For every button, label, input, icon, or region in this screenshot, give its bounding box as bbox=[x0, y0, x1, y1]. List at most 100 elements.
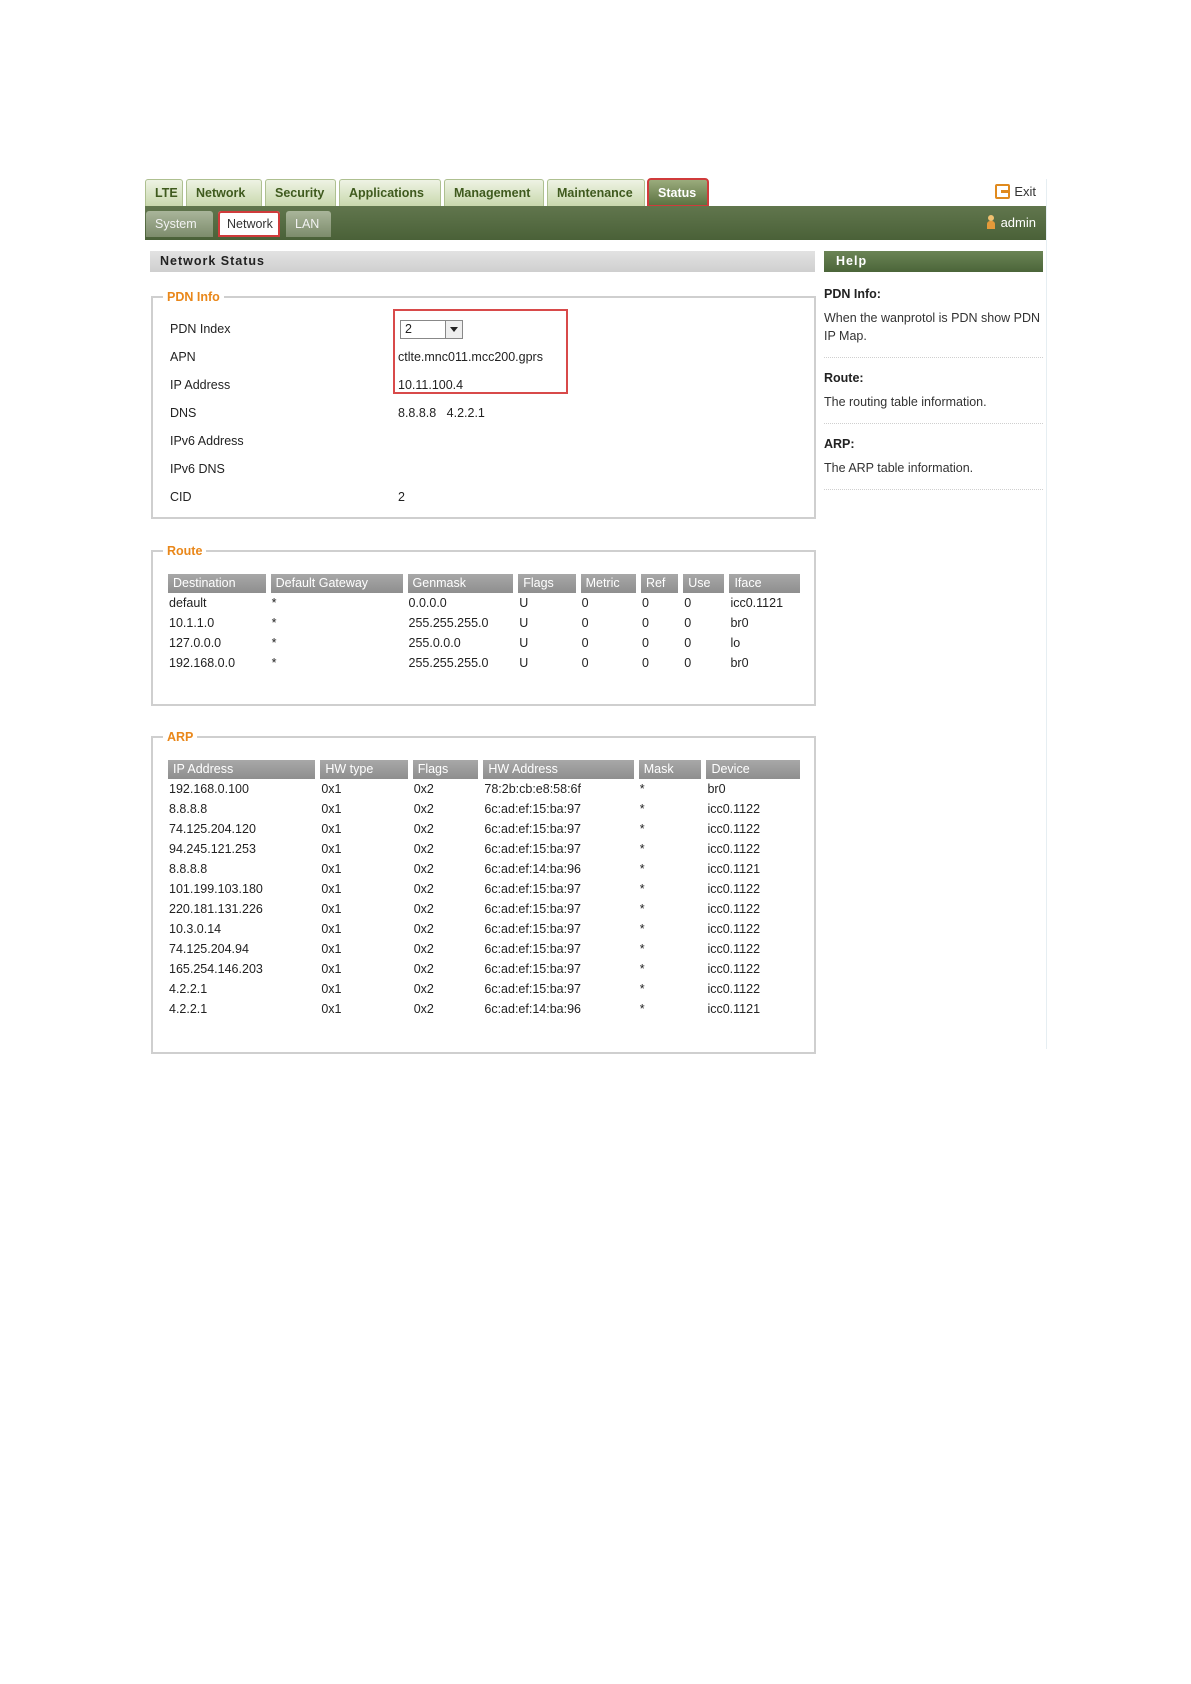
arp-cell: * bbox=[639, 862, 645, 876]
route-cell: 127.0.0.0 bbox=[169, 636, 222, 650]
route-cell: 192.168.0.0 bbox=[169, 656, 236, 670]
ipv6-address-label: IPv6 Address bbox=[170, 434, 244, 448]
arp-cell: * bbox=[639, 942, 645, 956]
arp-table: IP Address HW type Flags HW Address Mask… bbox=[163, 760, 805, 1019]
route-col-metric: Metric bbox=[580, 574, 636, 593]
arp-cell: * bbox=[639, 982, 645, 996]
arp-cell: 78:2b:cb:e8:58:6f bbox=[484, 782, 581, 796]
arp-cell: icc0.1122 bbox=[707, 842, 761, 856]
arp-legend: ARP bbox=[163, 729, 198, 745]
dropdown-arrow-icon[interactable] bbox=[445, 321, 462, 338]
exit-icon bbox=[995, 184, 1011, 199]
arp-cell: 0x2 bbox=[413, 942, 434, 956]
route-cell: 0 bbox=[684, 636, 692, 650]
top-nav: LTE Network Security Applications Manage… bbox=[145, 178, 1046, 207]
route-cell: 255.255.255.0 bbox=[408, 616, 489, 630]
arp-cell: 6c:ad:ef:15:ba:97 bbox=[484, 822, 581, 836]
arp-cell: * bbox=[639, 802, 645, 816]
arp-cell: icc0.1122 bbox=[707, 882, 761, 896]
arp-table-body: 192.168.0.100 0x1 0x2 78:2b:cb:e8:58:6f * br0… bbox=[168, 779, 800, 1019]
table-row: 192.168.0.0 * 255.255.255.0 U 0 0 0 br0 bbox=[168, 653, 800, 673]
help-item-title: ARP: bbox=[824, 437, 855, 451]
arp-cell: 0x1 bbox=[321, 1002, 342, 1016]
user-name: admin bbox=[1000, 215, 1036, 230]
table-row: 220.181.131.226 0x1 0x2 6c:ad:ef:15:ba:97 * i… bbox=[168, 899, 800, 919]
pdn-index-value: 2 bbox=[405, 322, 412, 336]
route-cell: * bbox=[271, 616, 277, 630]
pdn-index-label: PDN Index bbox=[170, 322, 231, 336]
arp-cell: 0x2 bbox=[413, 822, 434, 836]
route-cell: 0.0.0.0 bbox=[408, 596, 447, 610]
arp-cell: 0x1 bbox=[321, 902, 342, 916]
tab-applications[interactable]: Applications bbox=[339, 179, 441, 206]
route-cell: U bbox=[519, 596, 529, 610]
arp-cell: * bbox=[639, 882, 645, 896]
route-col-ref: Ref bbox=[640, 574, 679, 593]
help-item-arp: ARP: The ARP table information. bbox=[824, 435, 1043, 490]
arp-cell: 74.125.204.94 bbox=[169, 942, 249, 956]
tab-network[interactable]: Network bbox=[186, 179, 262, 206]
arp-cell: 6c:ad:ef:14:ba:96 bbox=[484, 862, 581, 876]
arp-cell: 0x1 bbox=[321, 962, 342, 976]
pdn-index-select[interactable]: 2 bbox=[400, 320, 463, 339]
arp-cell: 4.2.2.1 bbox=[169, 982, 208, 996]
arp-cell: 0x2 bbox=[413, 922, 434, 936]
table-row: 10.1.1.0 * 255.255.255.0 U 0 0 0 br0 bbox=[168, 613, 800, 633]
arp-cell: icc0.1122 bbox=[707, 982, 761, 996]
arp-cell: 0x1 bbox=[321, 882, 342, 896]
route-cell: 10.1.1.0 bbox=[169, 616, 215, 630]
arp-cell: 0x1 bbox=[321, 862, 342, 876]
arp-cell: icc0.1122 bbox=[707, 962, 761, 976]
ip-address-value: 10.11.100.4 bbox=[398, 378, 464, 392]
route-cell: 0 bbox=[581, 596, 589, 610]
arp-fieldset: ARP IP Address HW type Flags HW Address … bbox=[151, 729, 816, 1054]
route-cell: 255.0.0.0 bbox=[408, 636, 461, 650]
route-cell: U bbox=[519, 616, 529, 630]
arp-cell: 0x1 bbox=[321, 922, 342, 936]
arp-cell: 0x2 bbox=[413, 982, 434, 996]
arp-cell: 94.245.121.253 bbox=[169, 842, 256, 856]
arp-cell: * bbox=[639, 782, 645, 796]
arp-cell: 0x2 bbox=[413, 782, 434, 796]
tab-maintenance[interactable]: Maintenance bbox=[547, 179, 645, 206]
tab-security[interactable]: Security bbox=[265, 179, 336, 206]
route-cell: * bbox=[271, 596, 277, 610]
subtab-lan[interactable]: LAN bbox=[286, 211, 331, 237]
arp-cell: 0x2 bbox=[413, 1002, 434, 1016]
arp-cell: 0x1 bbox=[321, 782, 342, 796]
arp-cell: br0 bbox=[707, 782, 726, 796]
table-row: 8.8.8.8 0x1 0x2 6c:ad:ef:14:ba:96 * icc0.1121 bbox=[168, 859, 800, 879]
tab-status[interactable]: Status bbox=[647, 178, 709, 207]
route-col-genmask: Genmask bbox=[407, 574, 514, 593]
arp-col-device: Device bbox=[706, 760, 800, 779]
arp-cell: 0x1 bbox=[321, 822, 342, 836]
tab-lte[interactable]: LTE bbox=[145, 179, 183, 206]
arp-cell: 0x2 bbox=[413, 882, 434, 896]
tab-management[interactable]: Management bbox=[444, 179, 544, 206]
arp-col-hwtype: HW type bbox=[320, 760, 408, 779]
arp-cell: icc0.1122 bbox=[707, 802, 761, 816]
subtab-system[interactable]: System bbox=[146, 211, 213, 237]
arp-cell: 165.254.146.203 bbox=[169, 962, 263, 976]
route-cell: icc0.1121 bbox=[730, 596, 784, 610]
arp-cell: 6c:ad:ef:15:ba:97 bbox=[484, 902, 581, 916]
arp-cell: 0x2 bbox=[413, 802, 434, 816]
arp-cell: 6c:ad:ef:15:ba:97 bbox=[484, 842, 581, 856]
arp-cell: 6c:ad:ef:15:ba:97 bbox=[484, 802, 581, 816]
route-cell: U bbox=[519, 636, 529, 650]
panel-edge bbox=[1046, 179, 1047, 1049]
ip-address-label: IP Address bbox=[170, 378, 231, 392]
dns-label: DNS bbox=[170, 406, 197, 420]
route-cell: 0 bbox=[581, 636, 589, 650]
table-row: 127.0.0.0 * 255.0.0.0 U 0 0 0 lo bbox=[168, 633, 800, 653]
table-row: 94.245.121.253 0x1 0x2 6c:ad:ef:15:ba:97 * ic… bbox=[168, 839, 800, 859]
route-col-use: Use bbox=[683, 574, 725, 593]
exit-button[interactable]: Exit bbox=[995, 181, 1036, 203]
subtab-network[interactable]: Network bbox=[218, 211, 280, 237]
route-cell: 0 bbox=[641, 636, 649, 650]
arp-cell: * bbox=[639, 822, 645, 836]
arp-cell: 10.3.0.14 bbox=[169, 922, 222, 936]
arp-cell: 0x1 bbox=[321, 842, 342, 856]
router-admin-app: LTE Network Security Applications Manage… bbox=[145, 178, 1046, 1054]
apn-label: APN bbox=[170, 350, 196, 364]
